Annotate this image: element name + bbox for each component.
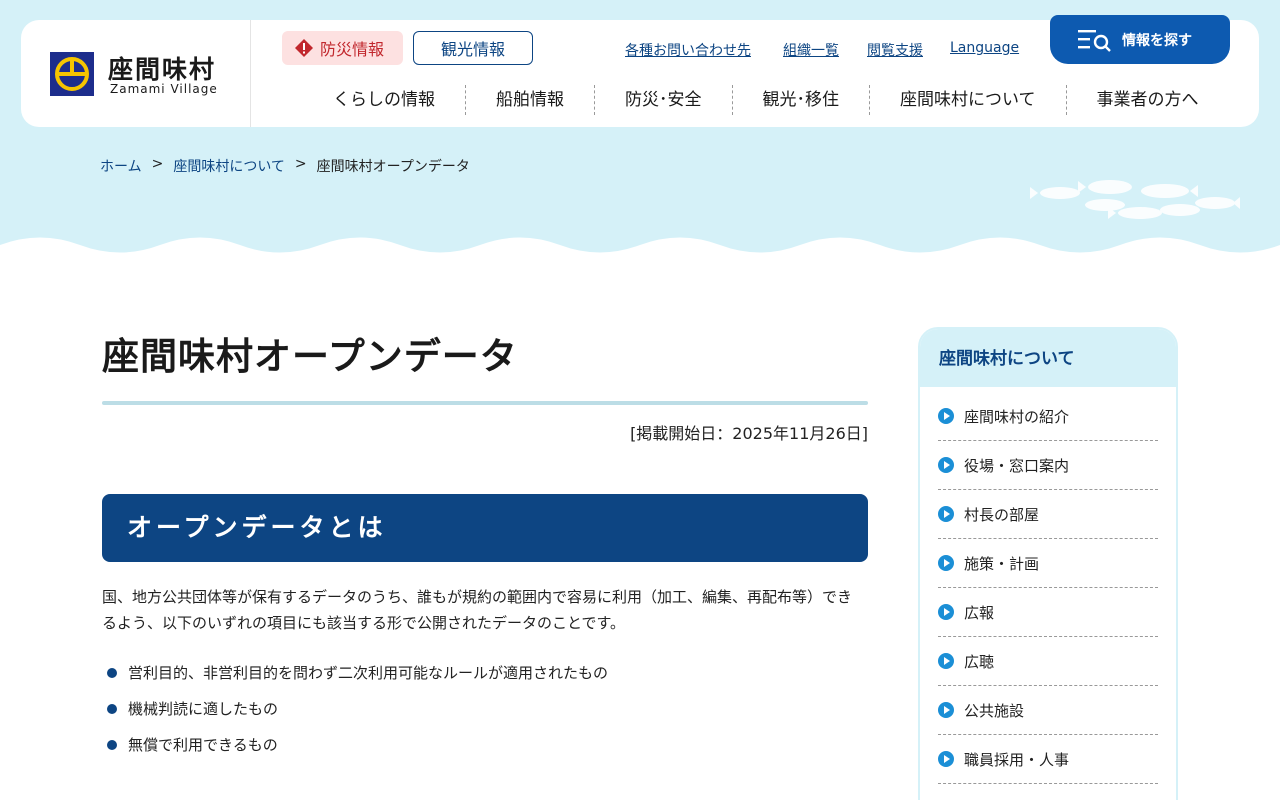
sidebar-item-intro[interactable]: 座間味村の紹介 (938, 392, 1158, 441)
global-navigation: くらしの情報 船舶情報 防災･安全 観光･移住 座間味村について 事業者の方へ (303, 85, 1229, 115)
logo-english-name: Zamami Village (110, 82, 218, 96)
breadcrumb-home[interactable]: ホーム (100, 156, 142, 176)
gnav-item-ships[interactable]: 船舶情報 (466, 85, 595, 115)
search-info-label: 情報を探す (1122, 32, 1192, 49)
sidebar-item-label: 役場・窓口案内 (964, 456, 1070, 475)
village-emblem-icon (50, 52, 94, 96)
arrow-right-icon (938, 457, 954, 473)
list-item: 無償で利用できるもの (107, 732, 608, 768)
sidebar-item-label: 広報 (964, 603, 995, 622)
gnav-item-about[interactable]: 座間味村について (870, 85, 1067, 115)
post-date: [掲載開始日：2025年11月26日] (630, 424, 868, 443)
arrow-right-icon (938, 751, 954, 767)
site-logo[interactable]: 座間味村 Zamami Village (21, 20, 251, 127)
criteria-list: 営利目的、非営利目的を問わず二次利用可能なルールが適用されたもの 機械判読に適し… (107, 660, 608, 768)
accessibility-link[interactable]: 閲覧支援 (867, 40, 923, 60)
sidebar-item-hearing[interactable]: 広聴 (938, 637, 1158, 686)
sidebar-item-label: 広聴 (964, 652, 995, 671)
sidebar-item-pr[interactable]: 広報 (938, 588, 1158, 637)
gnav-item-tourism[interactable]: 観光･移住 (733, 85, 870, 115)
breadcrumb-separator: > (294, 156, 307, 172)
list-item: 機械判読に適したもの (107, 696, 608, 732)
page-title: 座間味村オープンデータ (102, 335, 518, 378)
disaster-info-button[interactable]: 防災情報 (282, 31, 403, 65)
sidebar-list: 座間味村の紹介 役場・窓口案内 村長の部屋 施策・計画 広報 広聴 公共施設 職… (920, 392, 1176, 784)
section-paragraph: 国、地方公共団体等が保有するデータのうち、誰もが規約の範囲内で容易に利用（加工、… (102, 588, 853, 632)
title-divider (102, 401, 868, 405)
sidebar-item-label: 村長の部屋 (964, 505, 1040, 524)
arrow-right-icon (938, 604, 954, 620)
arrow-right-icon (938, 555, 954, 571)
wave-decoration (0, 237, 1280, 265)
sidebar-item-recruit[interactable]: 職員採用・人事 (938, 735, 1158, 784)
tourism-info-button[interactable]: 観光情報 (413, 31, 533, 65)
sidebar-item-label: 座間味村の紹介 (964, 407, 1070, 426)
breadcrumb-current: 座間味村オープンデータ (316, 159, 470, 175)
arrow-right-icon (938, 408, 954, 424)
gnav-item-business[interactable]: 事業者の方へ (1067, 85, 1229, 115)
sidebar-heading[interactable]: 座間味村について (920, 329, 1176, 387)
fish-illustration (1030, 180, 1240, 219)
breadcrumb-parent[interactable]: 座間味村について (173, 156, 285, 176)
sidebar-item-policy[interactable]: 施策・計画 (938, 539, 1158, 588)
contact-link[interactable]: 各種お問い合わせ先 (625, 40, 751, 60)
gnav-item-living[interactable]: くらしの情報 (303, 85, 466, 115)
sidebar-item-facilities[interactable]: 公共施設 (938, 686, 1158, 735)
sidebar-item-label: 施策・計画 (964, 554, 1040, 573)
logo-japanese-name: 座間味村 (108, 55, 217, 84)
arrow-right-icon (938, 702, 954, 718)
disaster-info-label: 防災情報 (320, 40, 385, 59)
site-header: 座間味村 Zamami Village 防災情報 観光情報 各種お問い合わせ先 … (21, 15, 1259, 127)
breadcrumb: ホーム > 座間味村について > 座間味村オープンデータ (100, 156, 470, 176)
warning-icon (295, 39, 313, 57)
section-heading: オープンデータとは (102, 494, 868, 562)
sidebar: 座間味村について 座間味村の紹介 役場・窓口案内 村長の部屋 施策・計画 広報 … (918, 327, 1178, 800)
sidebar-item-mayor[interactable]: 村長の部屋 (938, 490, 1158, 539)
arrow-right-icon (938, 506, 954, 522)
organization-link[interactable]: 組織一覧 (783, 40, 839, 60)
search-info-button[interactable]: 情報を探す (1050, 15, 1230, 64)
sidebar-item-office[interactable]: 役場・窓口案内 (938, 441, 1158, 490)
arrow-right-icon (938, 653, 954, 669)
language-link[interactable]: Language (950, 40, 1019, 56)
menu-search-icon (1078, 29, 1111, 52)
sidebar-item-label: 職員採用・人事 (964, 750, 1070, 769)
sidebar-item-label: 公共施設 (964, 701, 1025, 720)
list-item: 営利目的、非営利目的を問わず二次利用可能なルールが適用されたもの (107, 660, 608, 696)
gnav-item-safety[interactable]: 防災･安全 (595, 85, 733, 115)
breadcrumb-separator: > (151, 156, 164, 172)
